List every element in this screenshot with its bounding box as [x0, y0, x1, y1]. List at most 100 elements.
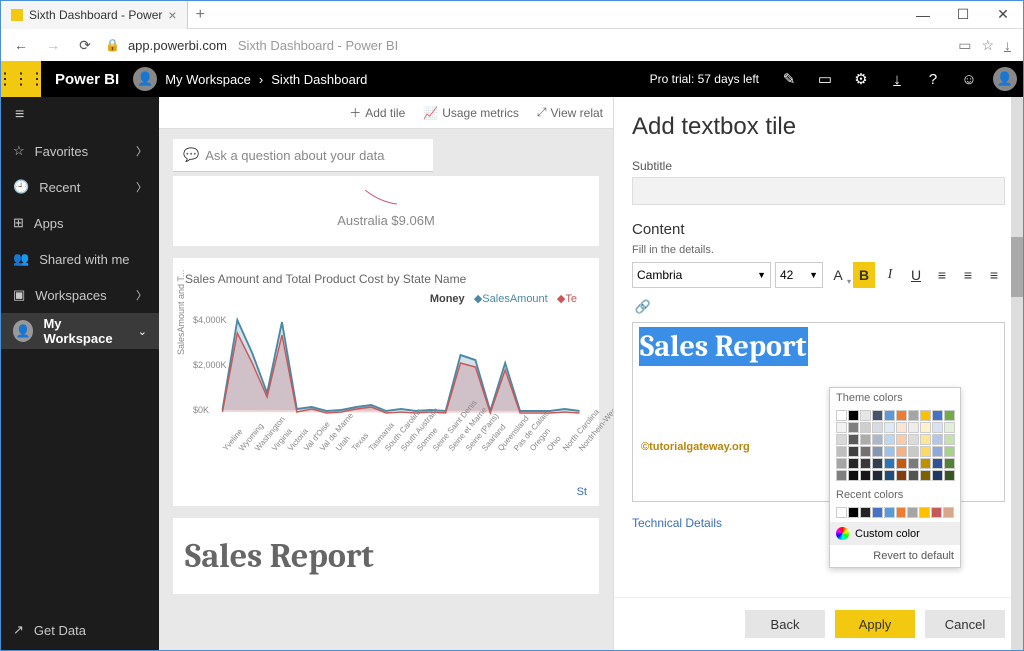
color-swatch[interactable]	[884, 507, 895, 518]
color-swatch[interactable]	[848, 507, 859, 518]
download-icon[interactable]: ↓	[879, 61, 915, 97]
color-swatch[interactable]	[836, 458, 847, 469]
color-swatch[interactable]	[944, 458, 955, 469]
get-data-button[interactable]: ↗ Get Data	[1, 610, 159, 650]
color-swatch[interactable]	[884, 410, 895, 421]
color-swatch[interactable]	[860, 470, 871, 481]
color-swatch[interactable]	[944, 434, 955, 445]
color-swatch[interactable]	[908, 446, 919, 457]
view-related-button[interactable]: ⤢View relat	[537, 105, 603, 120]
nav-shared[interactable]: 👥 Shared with me	[1, 241, 159, 277]
color-swatch[interactable]	[920, 434, 931, 445]
color-swatch[interactable]	[872, 422, 883, 433]
color-swatch[interactable]	[860, 422, 871, 433]
color-swatch[interactable]	[848, 410, 859, 421]
subtitle-input[interactable]	[632, 177, 1005, 205]
color-swatch[interactable]	[920, 470, 931, 481]
color-swatch[interactable]	[920, 458, 931, 469]
color-swatch[interactable]	[944, 422, 955, 433]
color-swatch[interactable]	[896, 458, 907, 469]
size-select[interactable]: 42▼	[775, 262, 823, 288]
color-swatch[interactable]	[848, 434, 859, 445]
color-swatch[interactable]	[944, 470, 955, 481]
color-swatch[interactable]	[943, 507, 954, 518]
hamburger-icon[interactable]: ≡	[1, 97, 159, 133]
color-swatch[interactable]	[884, 434, 895, 445]
color-swatch[interactable]	[860, 507, 871, 518]
color-swatch[interactable]	[931, 507, 942, 518]
back-button[interactable]: Back	[745, 610, 825, 638]
reading-view-icon[interactable]: ▭	[958, 37, 971, 54]
color-swatch[interactable]	[932, 470, 943, 481]
color-swatch[interactable]	[884, 458, 895, 469]
color-swatch[interactable]	[908, 434, 919, 445]
revert-default-button[interactable]: Revert to default	[830, 545, 960, 567]
app-launcher-icon[interactable]: ⋮⋮⋮	[1, 61, 41, 97]
tile-chart[interactable]: Sales Amount and Total Product Cost by S…	[173, 258, 599, 506]
color-swatch[interactable]	[896, 410, 907, 421]
underline-button[interactable]: U	[905, 262, 927, 288]
color-swatch[interactable]	[884, 470, 895, 481]
color-swatch[interactable]	[932, 422, 943, 433]
color-swatch[interactable]	[896, 422, 907, 433]
breadcrumb-current[interactable]: Sixth Dashboard	[271, 72, 367, 87]
notifications-icon[interactable]: ▭	[807, 61, 843, 97]
tile-australia[interactable]: Australia $9.06M	[173, 176, 599, 246]
color-swatch[interactable]	[848, 470, 859, 481]
browser-tab[interactable]: Sixth Dashboard - Power ×	[1, 1, 188, 29]
qna-input[interactable]: 💬 Ask a question about your data	[173, 139, 433, 172]
color-swatch[interactable]	[920, 446, 931, 457]
color-swatch[interactable]	[896, 434, 907, 445]
color-swatch[interactable]	[836, 507, 847, 518]
color-swatch[interactable]	[919, 507, 930, 518]
color-swatch[interactable]	[896, 507, 907, 518]
color-swatch[interactable]	[908, 410, 919, 421]
align-right-button[interactable]: ≡	[983, 262, 1005, 288]
nav-my-workspace[interactable]: 👤 My Workspace ⌄	[1, 313, 159, 349]
breadcrumb-root[interactable]: My Workspace	[165, 72, 251, 87]
nav-recent[interactable]: 🕘 Recent 〉	[1, 169, 159, 205]
color-swatch[interactable]	[872, 434, 883, 445]
custom-color-button[interactable]: Custom color	[830, 522, 960, 545]
window-minimize-button[interactable]: —	[903, 1, 943, 29]
color-swatch[interactable]	[836, 434, 847, 445]
color-swatch[interactable]	[932, 458, 943, 469]
color-swatch[interactable]	[872, 470, 883, 481]
color-swatch[interactable]	[944, 446, 955, 457]
font-select[interactable]: Cambria▼	[632, 262, 771, 288]
new-tab-button[interactable]: +	[188, 6, 213, 24]
color-swatch[interactable]	[836, 470, 847, 481]
color-swatch[interactable]	[896, 470, 907, 481]
close-tab-icon[interactable]: ×	[168, 7, 176, 23]
color-swatch[interactable]	[848, 446, 859, 457]
color-swatch[interactable]	[932, 410, 943, 421]
nav-apps[interactable]: ⊞ Apps	[1, 205, 159, 241]
color-swatch[interactable]	[908, 422, 919, 433]
bold-button[interactable]: B	[853, 262, 875, 288]
favorite-icon[interactable]: ☆	[981, 37, 994, 54]
color-swatch[interactable]	[944, 410, 955, 421]
align-left-button[interactable]: ≡	[957, 262, 979, 288]
color-swatch[interactable]	[836, 410, 847, 421]
hyperlink-button[interactable]: 🔗	[632, 296, 654, 318]
color-swatch[interactable]	[836, 422, 847, 433]
color-swatch[interactable]	[920, 422, 931, 433]
font-color-button[interactable]: A	[827, 262, 849, 288]
color-swatch[interactable]	[872, 446, 883, 457]
add-tile-button[interactable]: ＋Add tile	[349, 104, 405, 121]
color-swatch[interactable]	[896, 446, 907, 457]
feedback-icon[interactable]: ☺	[951, 61, 987, 97]
color-swatch[interactable]	[908, 458, 919, 469]
color-swatch[interactable]	[872, 410, 883, 421]
scrollbar-thumb[interactable]	[1011, 237, 1023, 297]
help-icon[interactable]: ?	[915, 61, 951, 97]
color-swatch[interactable]	[908, 470, 919, 481]
color-swatch[interactable]	[872, 507, 883, 518]
usage-metrics-button[interactable]: 📈Usage metrics	[423, 106, 519, 120]
url-field[interactable]: app.powerbi.com Sixth Dashboard - Power …	[128, 38, 950, 53]
color-swatch[interactable]	[860, 446, 871, 457]
italic-button[interactable]: I	[879, 262, 901, 288]
color-swatch[interactable]	[860, 410, 871, 421]
forward-button[interactable]: →	[41, 33, 65, 57]
edit-icon[interactable]: ✎	[771, 61, 807, 97]
